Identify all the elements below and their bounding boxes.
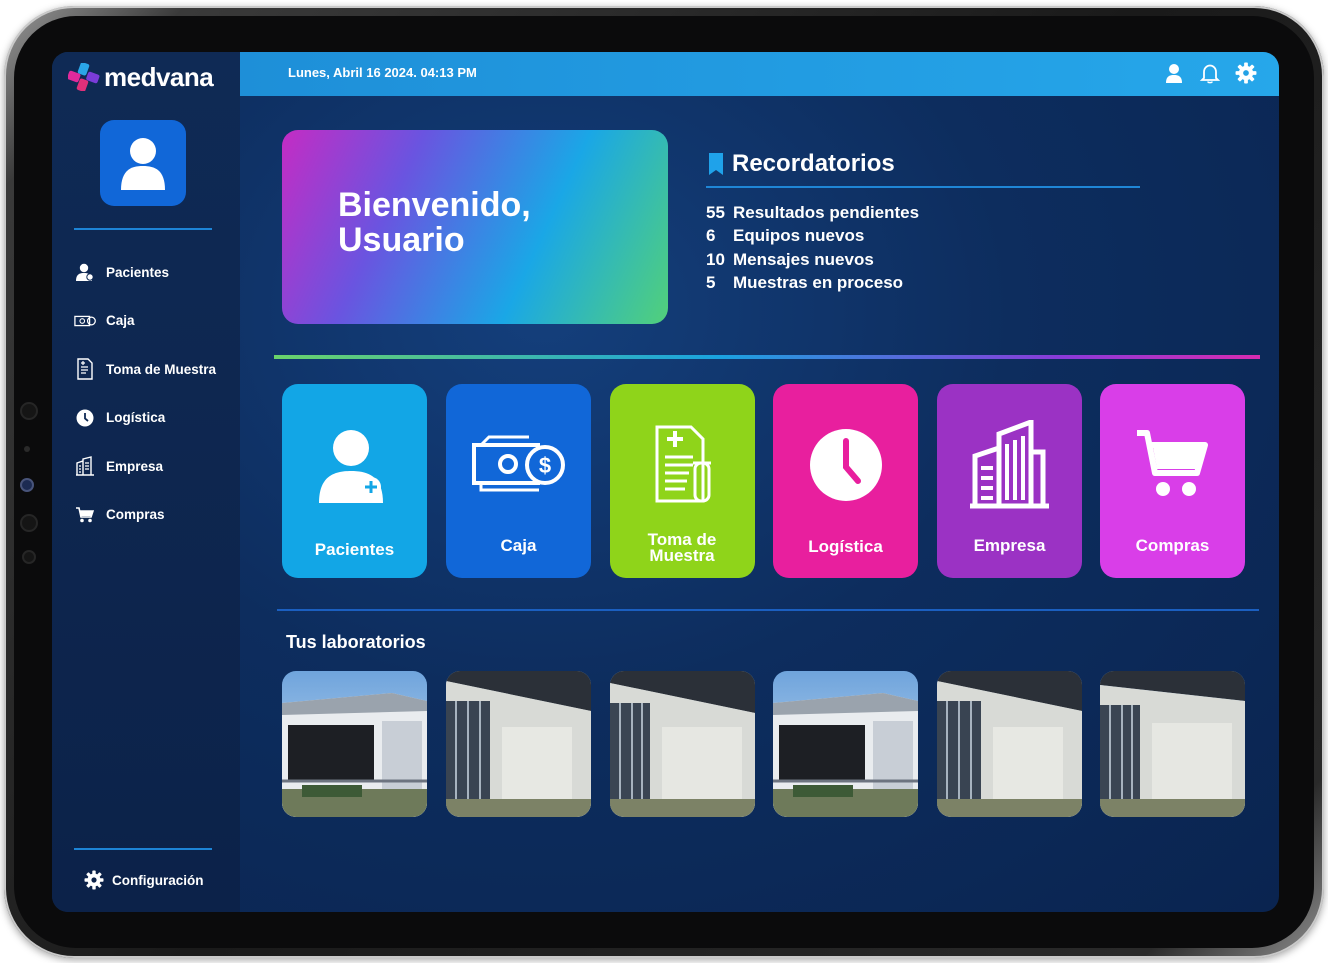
tile-caja[interactable]: $ Caja [446, 384, 591, 578]
reminder-count: 10 [706, 249, 725, 269]
tile-pacientes[interactable]: Pacientes [282, 384, 427, 578]
sidebar-item-configuracion[interactable]: Configuración [84, 870, 204, 890]
reminder-item[interactable]: 55 Resultados pendientes [706, 203, 919, 226]
side-button-2 [20, 514, 38, 532]
gear-icon[interactable] [1235, 62, 1257, 84]
brand-logo[interactable]: medvana [68, 61, 214, 92]
tile-label: Pacientes [314, 540, 395, 559]
sidebar-item-empresa[interactable]: Empresa [74, 442, 240, 491]
gradient-divider [274, 355, 1260, 359]
current-datetime: Lunes, Abril 16 2024. 04:13 PM [288, 65, 477, 80]
patient-icon [282, 422, 427, 508]
labs-divider [277, 609, 1259, 611]
side-button-3 [22, 550, 36, 564]
lab-thumbnail[interactable] [1100, 671, 1245, 817]
sidebar-divider [74, 228, 212, 230]
sidebar-item-compras[interactable]: Compras [74, 491, 240, 540]
reminder-count: 6 [706, 226, 716, 246]
cash-icon: $ [446, 422, 591, 508]
reminder-text: Equipos nuevos [733, 226, 865, 246]
labs-title: Tus laboratorios [286, 632, 426, 652]
app-screen: medvana Pacientes Caja Toma de Muestra L… [52, 52, 1279, 912]
gear-icon [84, 870, 104, 890]
building-icon [937, 420, 1082, 509]
cash-icon [74, 310, 96, 332]
reminder-text: Mensajes nuevos [733, 249, 874, 269]
user-avatar[interactable] [100, 120, 186, 206]
tile-label: Empresa [973, 536, 1046, 555]
reminder-item[interactable]: 10 Mensajes nuevos [706, 250, 919, 273]
tile-label: Caja [500, 536, 537, 555]
user-icon[interactable] [1163, 62, 1185, 84]
reminders-title-text: Recordatorios [732, 150, 895, 177]
reminder-count: 5 [706, 272, 716, 292]
reminder-item[interactable]: 5 Muestras en proceso [706, 273, 919, 296]
sidebar-divider-bottom [74, 848, 212, 850]
sensor-dot [24, 446, 30, 452]
sidebar-item-pacientes[interactable]: Pacientes [74, 248, 240, 297]
clock-icon [773, 422, 918, 508]
sidebar-item-label: Caja [106, 313, 135, 329]
bookmark-icon [709, 153, 723, 175]
svg-text:$: $ [538, 453, 550, 478]
side-button [20, 402, 38, 420]
document-icon [74, 358, 96, 380]
user-icon [121, 138, 165, 190]
welcome-text: Bienvenido, Usuario [338, 188, 531, 258]
sidebar-nav: Pacientes Caja Toma de Muestra Logística [74, 248, 240, 539]
medical-document-icon [610, 422, 755, 508]
sidebar-item-label: Logística [106, 410, 166, 426]
medvana-logo-icon [68, 63, 100, 91]
tile-compras[interactable]: Compras [1100, 384, 1245, 578]
sidebar-item-label: Pacientes [106, 264, 170, 280]
lab-thumbnail[interactable] [937, 671, 1082, 817]
reminders-list: 55 Resultados pendientes 6 Equipos nuevos … [706, 203, 919, 296]
tile-logistica[interactable]: Logística [773, 384, 918, 578]
sidebar: medvana Pacientes Caja Toma de Muestra L… [52, 52, 240, 912]
lab-thumbnail[interactable] [446, 671, 591, 817]
cart-icon [1100, 422, 1245, 508]
tile-label: Compras [1135, 536, 1210, 555]
tile-empresa[interactable]: Empresa [937, 384, 1082, 578]
sidebar-item-label: Toma de Muestra [106, 361, 217, 377]
tile-label: Logística [808, 537, 883, 556]
lab-thumbnail[interactable] [610, 671, 755, 817]
config-label: Configuración [112, 872, 204, 888]
sidebar-item-logistica[interactable]: Logística [74, 394, 240, 443]
brand-name: medvana [104, 61, 214, 92]
tile-toma-de-muestra[interactable]: Toma de Muestra [610, 384, 755, 578]
camera-lens [20, 478, 34, 492]
top-bar-actions [1163, 62, 1257, 84]
sidebar-item-toma-de-muestra[interactable]: Toma de Muestra [74, 345, 240, 394]
lab-thumbnail[interactable] [773, 671, 918, 817]
lab-thumbnail[interactable] [282, 671, 427, 817]
building-icon [74, 455, 96, 477]
clock-icon [74, 407, 96, 429]
top-bar: Lunes, Abril 16 2024. 04:13 PM [240, 52, 1279, 96]
sidebar-item-label: Compras [106, 507, 165, 523]
tile-label: Toma de Muestra [647, 530, 717, 565]
cart-icon [74, 504, 96, 526]
sidebar-item-caja[interactable]: Caja [74, 297, 240, 346]
reminder-text: Muestras en proceso [733, 272, 904, 292]
user-icon [74, 261, 96, 283]
reminders-divider [706, 186, 1140, 188]
reminder-item[interactable]: 6 Equipos nuevos [706, 226, 919, 249]
welcome-line-2: Usuario [338, 221, 465, 259]
welcome-card: Bienvenido, Usuario [282, 130, 668, 324]
sidebar-item-label: Empresa [106, 458, 164, 474]
reminders-title: Recordatorios [708, 150, 895, 178]
reminder-count: 55 [706, 203, 725, 222]
welcome-line-1: Bienvenido, [338, 186, 531, 224]
reminder-text: Resultados pendientes [733, 203, 920, 222]
bell-icon[interactable] [1199, 62, 1221, 84]
